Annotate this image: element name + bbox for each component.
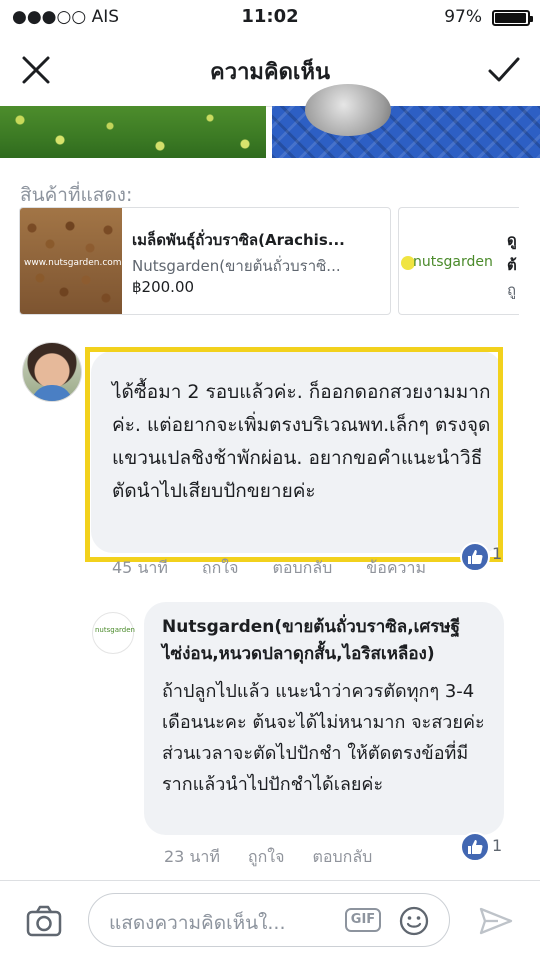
like-count: 1 <box>492 544 503 563</box>
battery-percent: 97% <box>444 7 482 27</box>
reply-link[interactable]: ตอบกลับ <box>272 558 332 574</box>
emoji-icon[interactable] <box>399 906 429 936</box>
battery-fill <box>495 13 526 23</box>
product-card[interactable]: nutsgarden ดู ต้ ถู <box>398 207 519 315</box>
product-seller: ถู <box>507 281 517 299</box>
coin-image <box>305 84 391 136</box>
product-image: www.nutsgarden.com <box>20 208 122 314</box>
avatar-shirt <box>31 385 73 401</box>
like-icon <box>460 832 490 862</box>
brand-logo: nutsgarden <box>413 254 493 270</box>
product-name: ดู <box>507 231 517 249</box>
send-icon[interactable] <box>478 905 514 937</box>
post-image-strip <box>0 84 540 158</box>
message-link[interactable]: ข้อความ <box>366 558 426 574</box>
avatar[interactable] <box>22 342 82 402</box>
status-bar: ●●●○○ AIS 11:02 97% <box>0 0 540 36</box>
product-name-line2: ต้ <box>507 256 517 274</box>
input-placeholder: แสดงความคิดเห็นใ... <box>109 912 286 934</box>
reply-text: ถ้าปลูกไปแล้ว แนะนำว่าควรตัดทุกๆ 3-4 เดื… <box>162 681 485 795</box>
reply-time: 23 นาที <box>164 847 220 866</box>
image-watermark: www.nutsgarden.com <box>24 258 122 268</box>
reply-avatar[interactable]: nutsgarden <box>92 612 135 654</box>
products-label: สินค้าที่แสดง: <box>20 184 133 206</box>
check-icon[interactable] <box>484 50 524 90</box>
reply-link[interactable]: ตอบกลับ <box>312 847 372 866</box>
like-link[interactable]: ถูกใจ <box>248 847 285 866</box>
product-card[interactable]: www.nutsgarden.com เมล็ดพันธุ์ถั่วบราซิล… <box>19 207 391 315</box>
page-title: ความคิดเห็น <box>210 60 330 85</box>
product-price: ฿200.00 <box>132 278 195 296</box>
avatar-logo-text: nutsgarden <box>95 626 135 634</box>
highlight-box <box>85 347 503 562</box>
like-icon <box>460 542 490 572</box>
nav-bar: ความคิดเห็น <box>0 36 540 107</box>
product-seller: Nutsgarden(ขายต้นถั่วบราซิ... <box>132 257 341 275</box>
comment-meta: 45 นาที ถูกใจ ตอบกลับ ข้อความ <box>112 556 460 574</box>
comment-time: 45 นาที <box>112 558 168 574</box>
post-image-grass <box>0 106 266 158</box>
product-name: เมล็ดพันธุ์ถั่วบราซิล(Arachis... <box>132 231 345 249</box>
reply-meta: 23 นาที ถูกใจ ตอบกลับ <box>164 845 400 870</box>
camera-icon[interactable] <box>26 905 62 937</box>
like-count: 1 <box>492 836 503 855</box>
comment-input[interactable]: แสดงความคิดเห็นใ... GIF <box>88 893 450 947</box>
comment-composer: แสดงความคิดเห็นใ... GIF <box>0 880 540 961</box>
like-link[interactable]: ถูกใจ <box>202 558 239 574</box>
gif-button[interactable]: GIF <box>345 908 381 932</box>
reply-author[interactable]: Nutsgarden(ขายต้นถั่วบราซิล,เศรษฐีไซ่ง่อ… <box>162 614 498 668</box>
battery-icon <box>492 10 533 26</box>
